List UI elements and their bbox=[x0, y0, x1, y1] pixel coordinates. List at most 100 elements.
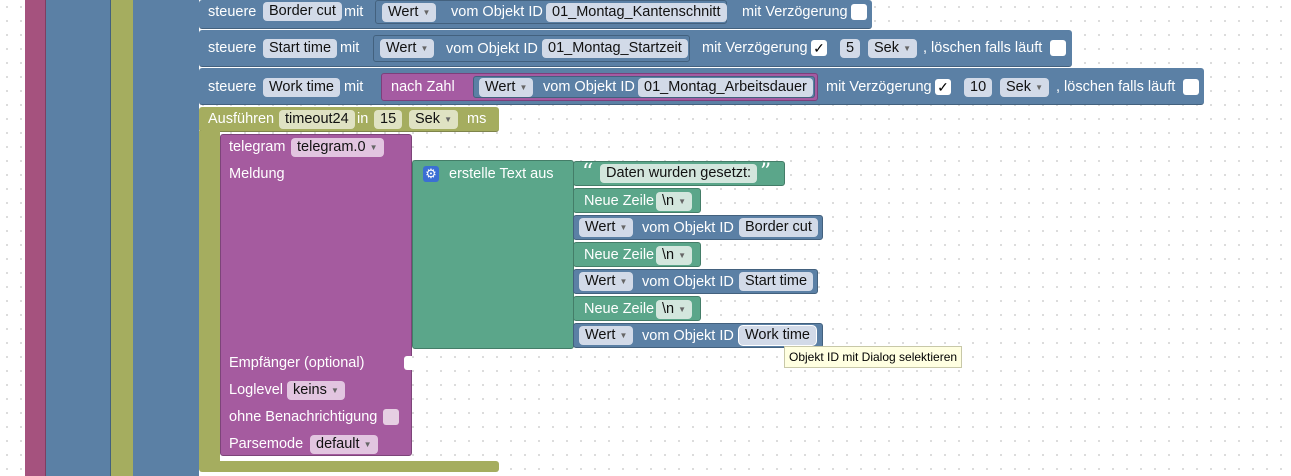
newline-label: Neue Zeile bbox=[584, 247, 655, 263]
to-number-block[interactable]: nach Zahl Wert ▼ vom Objekt ID 01_Montag_… bbox=[381, 73, 818, 101]
object-id-field[interactable]: Work time bbox=[739, 326, 816, 345]
set-state-block-work-time[interactable]: steuere Work time mit nach Zahl Wert ▼ vo… bbox=[199, 68, 1204, 105]
ms-label: ms bbox=[467, 111, 487, 127]
get-value-block[interactable]: Wert ▼ vom Objekt ID Work time bbox=[573, 323, 823, 348]
newline-label: Neue Zeile bbox=[584, 193, 655, 209]
newline-dropdown[interactable]: \n ▼ bbox=[656, 300, 693, 319]
clear-if-running-label: , löschen falls läuft bbox=[1056, 79, 1176, 95]
set-state-block-border-cut[interactable]: steuere Border cut mit Wert ▼ vom Objekt … bbox=[199, 0, 872, 29]
timeout-value-field[interactable]: 15 bbox=[374, 110, 403, 129]
state-dropdown[interactable]: Work time bbox=[263, 78, 340, 97]
of-object-label: vom Objekt ID bbox=[543, 79, 635, 95]
object-id-field[interactable]: 01_Montag_Arbeitsdauer bbox=[638, 78, 813, 97]
of-object-label: vom Objekt ID bbox=[446, 41, 538, 57]
with-label: mit bbox=[344, 4, 364, 20]
execute-label: Ausführen bbox=[208, 111, 275, 127]
set-keyword: steuere bbox=[208, 79, 257, 95]
timeout-unit-dropdown[interactable]: Sek ▼ bbox=[409, 110, 458, 129]
clear-if-running-checkbox[interactable] bbox=[1183, 79, 1199, 95]
get-value-block[interactable]: Wert ▼ vom Objekt ID 01_Montag_Kantenschn… bbox=[375, 0, 727, 24]
get-value-block[interactable]: Wert ▼ vom Objekt ID 01_Montag_Startzeit bbox=[373, 35, 690, 62]
chevron-down-icon: ▼ bbox=[619, 331, 628, 340]
object-id-field[interactable]: 01_Montag_Kantenschnitt bbox=[546, 3, 727, 22]
clear-if-running-checkbox[interactable] bbox=[1050, 40, 1066, 56]
chevron-down-icon: ▼ bbox=[422, 8, 431, 17]
state-label: Border cut bbox=[269, 3, 336, 19]
value-attribute-dropdown[interactable]: Wert ▼ bbox=[579, 272, 634, 291]
object-id-field[interactable]: Start time bbox=[739, 272, 814, 291]
gear-icon[interactable]: ⚙ bbox=[423, 166, 439, 182]
clear-if-running-label: , löschen falls läuft bbox=[923, 40, 1043, 56]
inner-statement-strip bbox=[133, 0, 199, 476]
state-label: Work time bbox=[269, 79, 334, 95]
loglevel-label: Loglevel bbox=[229, 382, 284, 398]
condition-block-strip bbox=[111, 0, 133, 476]
chevron-down-icon: ▼ bbox=[330, 386, 339, 395]
of-object-label: vom Objekt ID bbox=[642, 274, 734, 290]
value-attribute-dropdown[interactable]: Wert ▼ bbox=[380, 39, 435, 58]
newline-block[interactable]: Neue Zeile \n ▼ bbox=[573, 296, 701, 321]
object-id-field[interactable]: Border cut bbox=[739, 218, 818, 237]
chevron-down-icon: ▼ bbox=[519, 83, 528, 92]
silent-checkbox[interactable] bbox=[383, 409, 399, 425]
value-attribute-dropdown[interactable]: Wert ▼ bbox=[579, 218, 634, 237]
chevron-down-icon: ▼ bbox=[903, 44, 911, 53]
timeout-name-field[interactable]: timeout24 bbox=[279, 110, 355, 129]
text-literal-block[interactable]: “ Daten wurden gesetzt: ” bbox=[573, 161, 785, 186]
timeout-block-header[interactable]: Ausführen timeout24 in 15 Sek ▼ ms bbox=[199, 107, 499, 132]
to-number-label: nach Zahl bbox=[391, 79, 455, 95]
with-label: mit bbox=[344, 79, 364, 95]
quote-open-icon: “ bbox=[582, 160, 594, 185]
chevron-down-icon: ▼ bbox=[444, 115, 452, 124]
delay-value-field[interactable]: 5 bbox=[840, 39, 861, 58]
delay-label: mit Verzögerung bbox=[742, 4, 848, 20]
chevron-down-icon: ▼ bbox=[1035, 83, 1043, 92]
message-label: Meldung bbox=[229, 166, 285, 182]
of-object-label: vom Objekt ID bbox=[642, 328, 734, 344]
delay-value-field[interactable]: 10 bbox=[964, 78, 993, 97]
state-dropdown[interactable]: Border cut bbox=[263, 2, 342, 21]
value-attribute-dropdown[interactable]: Wert ▼ bbox=[479, 78, 534, 97]
chevron-down-icon: ▼ bbox=[363, 440, 372, 449]
newline-dropdown[interactable]: \n ▼ bbox=[656, 192, 693, 211]
chevron-down-icon: ▼ bbox=[369, 143, 378, 152]
create-text-block[interactable]: ⚙ erstelle Text aus bbox=[412, 160, 574, 349]
set-state-block-start-time[interactable]: steuere Start time mit Wert ▼ vom Objekt … bbox=[199, 30, 1072, 67]
delay-label: mit Verzögerung bbox=[826, 79, 932, 95]
silent-label: ohne Benachrichtigung bbox=[229, 409, 378, 425]
loglevel-dropdown[interactable]: keins ▼ bbox=[287, 381, 345, 400]
set-keyword: steuere bbox=[208, 4, 257, 20]
delay-unit-dropdown[interactable]: Sek ▼ bbox=[1000, 78, 1049, 97]
chevron-down-icon: ▼ bbox=[678, 251, 687, 260]
parsemode-dropdown[interactable]: default ▼ bbox=[310, 435, 378, 454]
telegram-instance-dropdown[interactable]: telegram.0 ▼ bbox=[291, 138, 384, 157]
state-label: Start time bbox=[269, 40, 332, 56]
state-dropdown[interactable]: Start time bbox=[263, 39, 338, 58]
delay-checkbox[interactable]: ✓ bbox=[811, 40, 827, 56]
chevron-down-icon: ▼ bbox=[619, 277, 628, 286]
create-text-label: erstelle Text aus bbox=[449, 166, 554, 182]
newline-label: Neue Zeile bbox=[584, 301, 655, 317]
trigger-block-strip bbox=[46, 0, 110, 476]
object-id-tooltip: Objekt ID mit Dialog selektieren bbox=[784, 346, 963, 368]
object-id-field[interactable]: 01_Montag_Startzeit bbox=[542, 39, 688, 58]
value-attribute-dropdown[interactable]: Wert ▼ bbox=[579, 326, 634, 345]
delay-unit-dropdown[interactable]: Sek ▼ bbox=[868, 39, 917, 58]
value-attribute-dropdown[interactable]: Wert ▼ bbox=[382, 3, 437, 22]
of-object-label: vom Objekt ID bbox=[642, 220, 734, 236]
newline-block[interactable]: Neue Zeile \n ▼ bbox=[573, 242, 701, 267]
with-label: mit bbox=[340, 40, 360, 56]
get-value-block[interactable]: Wert ▼ vom Objekt ID Start time bbox=[573, 269, 818, 294]
telegram-block[interactable]: telegram telegram.0 ▼ Meldung Empfänger (… bbox=[220, 134, 412, 456]
outer-control-block-strip bbox=[25, 0, 45, 476]
newline-block[interactable]: Neue Zeile \n ▼ bbox=[573, 188, 701, 213]
chevron-down-icon: ▼ bbox=[420, 44, 429, 53]
delay-checkbox[interactable] bbox=[851, 4, 867, 20]
recipient-input-socket[interactable] bbox=[404, 356, 412, 370]
chevron-down-icon: ▼ bbox=[678, 197, 687, 206]
delay-checkbox[interactable]: ✓ bbox=[935, 79, 951, 95]
text-value-field[interactable]: Daten wurden gesetzt: bbox=[600, 164, 758, 183]
get-value-block[interactable]: Wert ▼ vom Objekt ID Border cut bbox=[573, 215, 823, 240]
get-value-block[interactable]: Wert ▼ vom Objekt ID 01_Montag_Arbeitsdau… bbox=[473, 76, 815, 98]
newline-dropdown[interactable]: \n ▼ bbox=[656, 246, 693, 265]
